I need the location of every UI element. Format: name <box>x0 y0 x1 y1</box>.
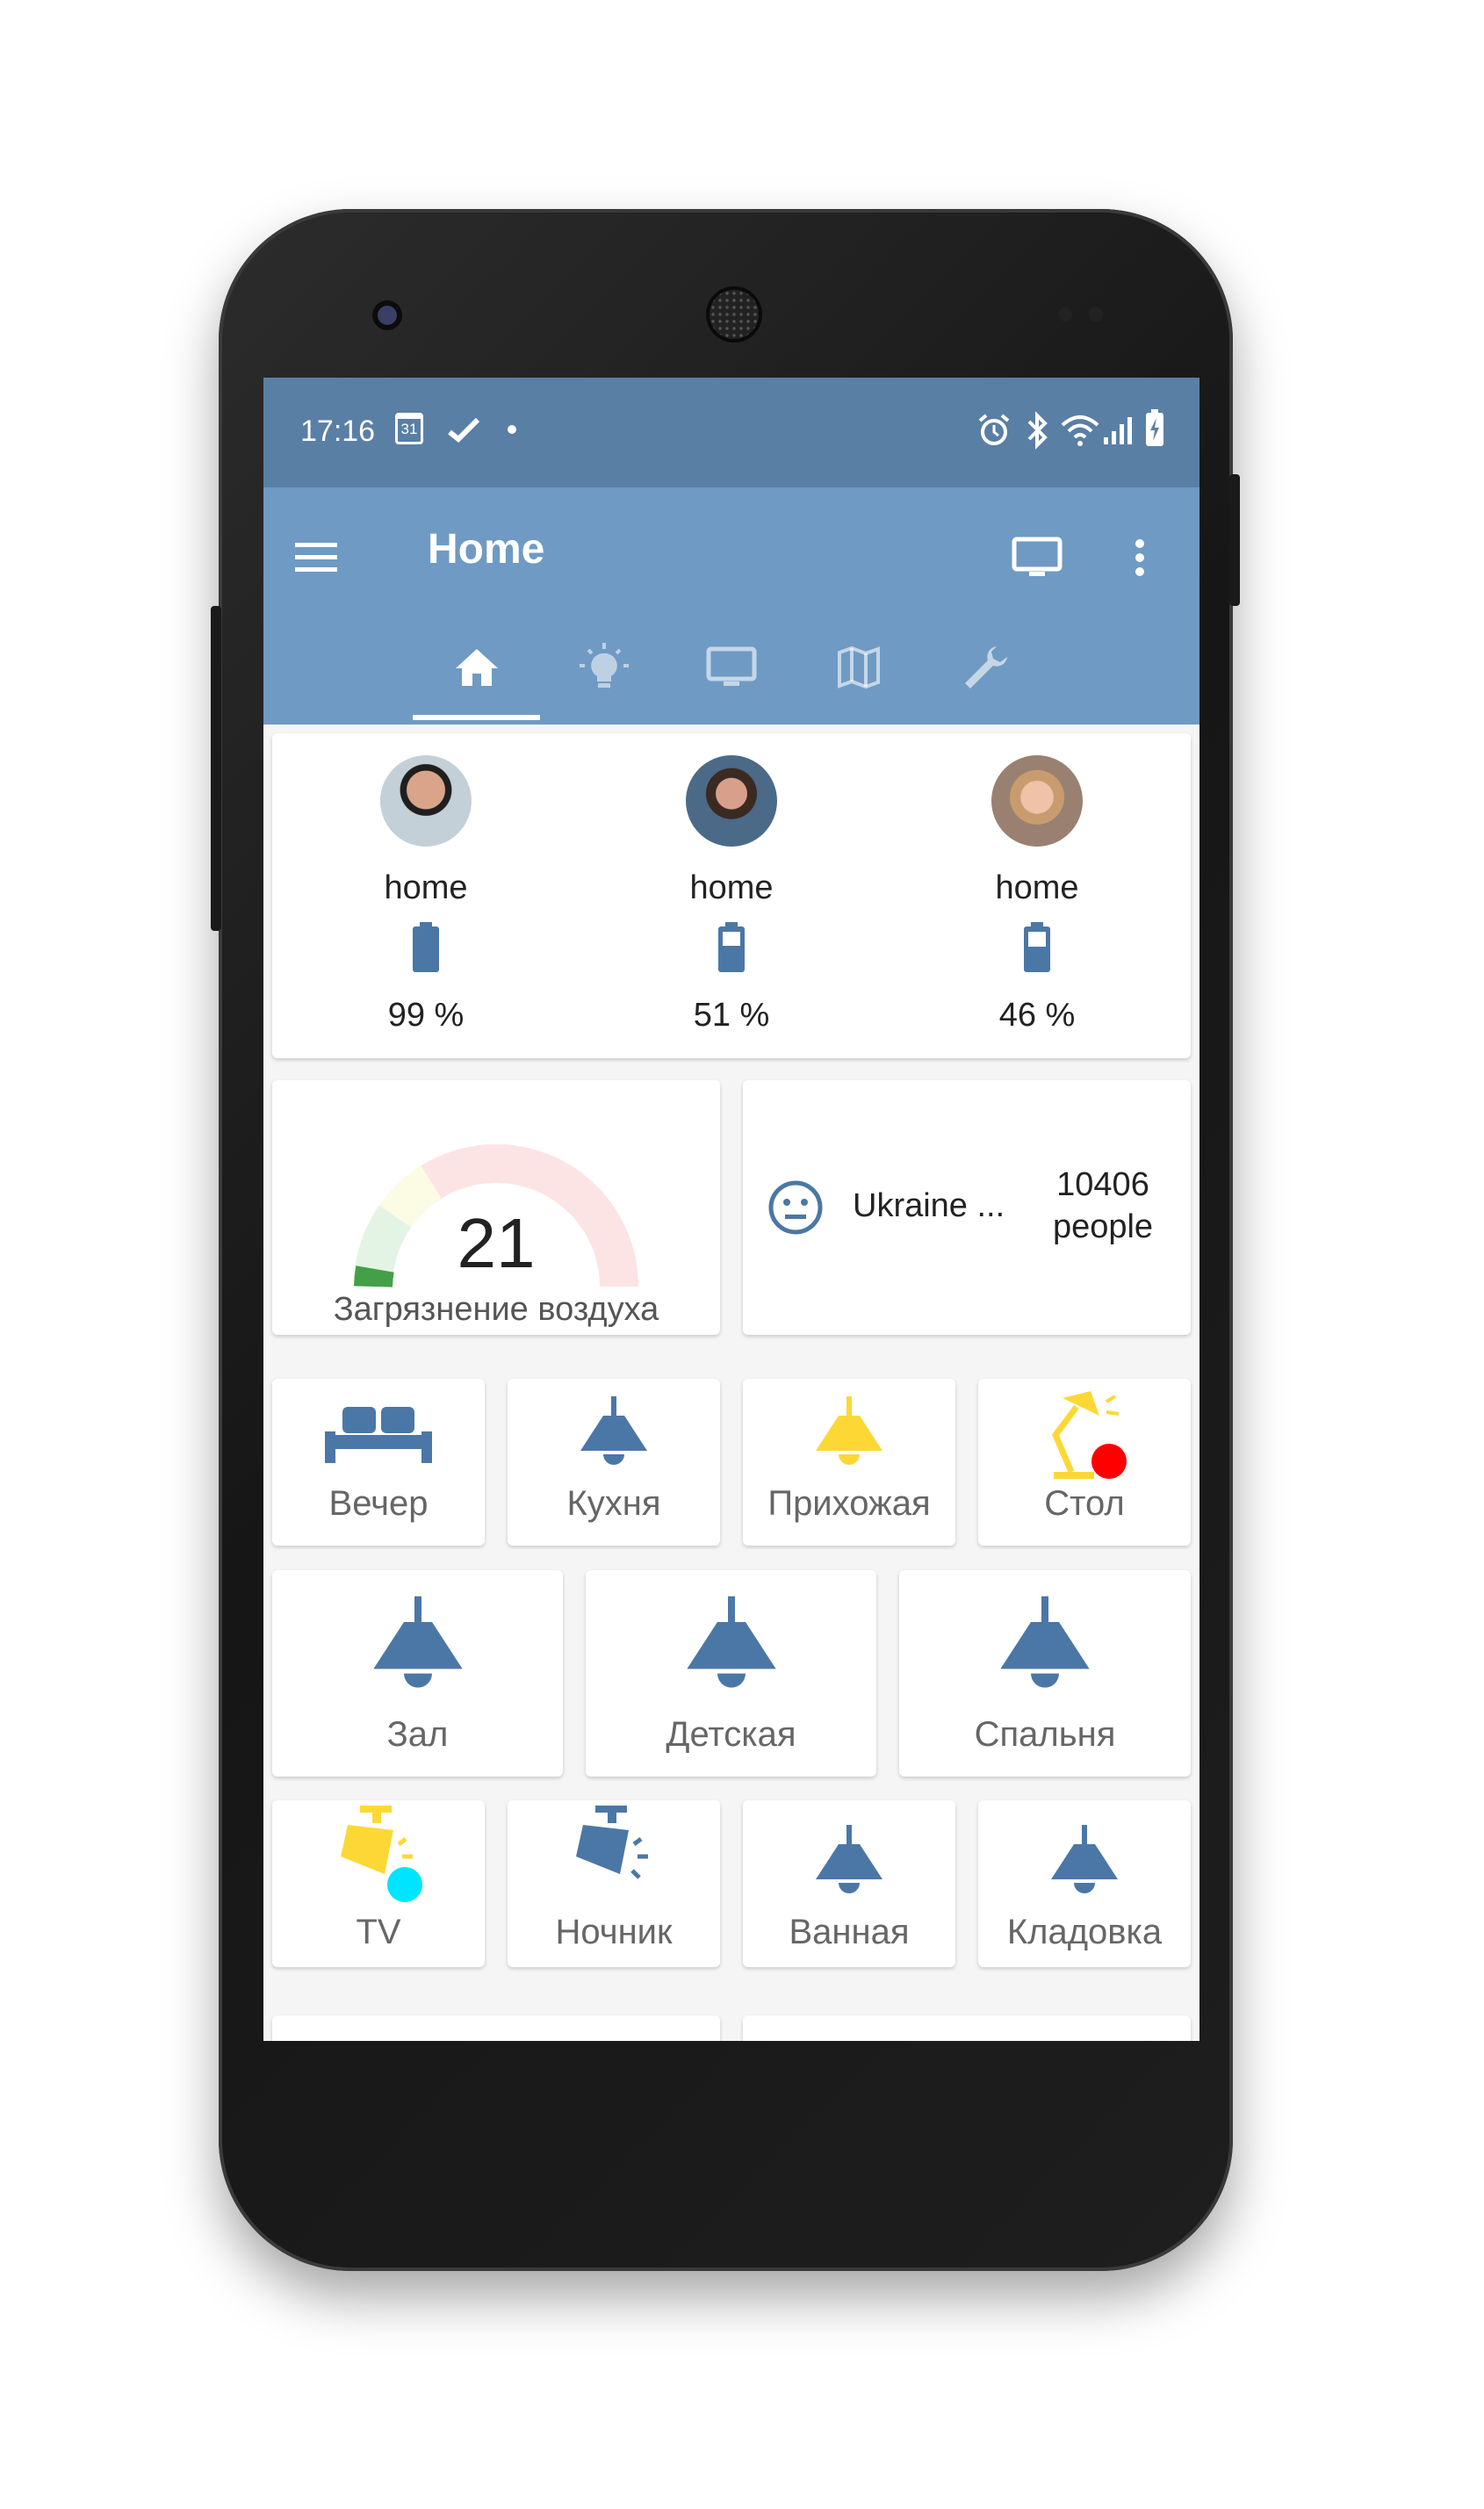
page-title: Home <box>428 526 545 573</box>
ceiling-lamp-icon <box>686 1596 776 1688</box>
lightbulb-icon <box>579 643 629 688</box>
air-quality-value: 21 <box>457 1204 536 1282</box>
tile-partial[interactable] <box>743 2015 1191 2041</box>
front-camera <box>378 306 397 325</box>
ceiling-lamp-icon <box>580 1396 647 1465</box>
ceiling-lamp-icon <box>1000 1596 1090 1688</box>
tab-settings[interactable] <box>922 615 1049 720</box>
status-bar: 17:16 31 <box>263 378 1199 487</box>
tile-nochnik[interactable]: Ночник <box>508 1800 720 1967</box>
tile-prikhozhaya[interactable]: Прихожая <box>743 1379 955 1546</box>
spotlight-icon <box>576 1806 648 1879</box>
person-location: home <box>995 869 1079 906</box>
tile-tv[interactable]: TV <box>272 1800 485 1967</box>
neutral-face-icon <box>768 1180 823 1235</box>
power-button <box>1229 474 1240 606</box>
person-2[interactable]: home 51 % <box>600 733 863 1058</box>
tile-zal[interactable]: Зал <box>272 1570 563 1777</box>
person-battery: 99 % <box>387 997 465 1034</box>
tile-label: Прихожая <box>767 1484 931 1523</box>
tile-label: Стол <box>1044 1484 1125 1523</box>
monitor-icon <box>706 646 756 686</box>
battery-half-icon <box>1024 922 1050 972</box>
battery-half-icon <box>718 922 745 972</box>
home-icon <box>455 649 498 686</box>
tile-detskaya[interactable]: Детская <box>586 1570 876 1777</box>
tile-partial[interactable] <box>272 2015 720 2041</box>
earpiece-speaker <box>710 290 759 339</box>
avatar <box>686 755 777 847</box>
person-3[interactable]: home 46 % <box>905 733 1169 1058</box>
tile-label: TV <box>356 1913 401 1951</box>
person-location: home <box>384 869 468 906</box>
more-vert-icon <box>1135 539 1144 576</box>
signal-icon <box>1104 417 1132 444</box>
overflow-menu-button[interactable] <box>1105 518 1175 597</box>
air-quality-card[interactable]: 21 Загрязнение воздуха <box>272 1080 720 1335</box>
battery-charging-icon <box>1146 409 1163 446</box>
ceiling-lamp-icon <box>1051 1825 1118 1893</box>
ceiling-lamp-icon <box>816 1825 882 1893</box>
covid-card[interactable]: Ukraine ... 10406 people <box>743 1080 1191 1335</box>
tile-label: Ночник <box>555 1913 673 1951</box>
volume-button <box>211 606 221 931</box>
person-location: home <box>689 869 774 906</box>
check-icon <box>448 417 480 443</box>
tile-label: Спальня <box>974 1715 1116 1754</box>
covid-count: 10406 <box>1056 1166 1149 1203</box>
tile-stol[interactable]: Стол <box>978 1379 1191 1546</box>
person-battery: 46 % <box>998 997 1076 1034</box>
desk-lamp-icon <box>1051 1391 1127 1479</box>
screen: 17:16 31 Home home 99 % home 51 % home 4… <box>263 378 1199 2041</box>
sensor <box>1058 307 1072 321</box>
tab-indicator <box>413 715 540 720</box>
tile-label: Детская <box>666 1715 796 1754</box>
tile-spalnya[interactable]: Спальня <box>899 1570 1191 1777</box>
screen-cast-button[interactable] <box>998 518 1077 597</box>
tile-label: Вечер <box>328 1484 429 1523</box>
app-bar: Home <box>263 487 1199 725</box>
map-icon <box>837 645 880 689</box>
wifi-icon <box>1061 415 1099 446</box>
wrench-icon <box>964 646 1007 689</box>
tab-lights[interactable] <box>540 615 667 720</box>
tile-vannaya[interactable]: Ванная <box>743 1800 955 1967</box>
tile-kladovka[interactable]: Кладовка <box>978 1800 1191 1967</box>
ceiling-lamp-icon <box>816 1396 882 1465</box>
tile-label: Кухня <box>566 1484 661 1523</box>
avatar <box>380 755 472 847</box>
covid-unit: people <box>1052 1208 1154 1245</box>
menu-button[interactable] <box>281 523 351 593</box>
tile-label: Кладовка <box>1006 1913 1163 1951</box>
tile-vecher[interactable]: Вечер <box>272 1379 485 1546</box>
sofa-icon <box>325 1407 432 1463</box>
person-battery: 51 % <box>693 997 770 1034</box>
air-quality-label: Загрязнение воздуха <box>333 1291 659 1328</box>
tile-kukhnya[interactable]: Кухня <box>508 1379 720 1546</box>
tab-home[interactable] <box>413 615 540 720</box>
ceiling-lamp-icon <box>372 1596 463 1688</box>
tab-media[interactable] <box>667 615 795 720</box>
tile-label: Ванная <box>789 1913 910 1951</box>
status-time: 17:16 <box>300 415 376 448</box>
covid-country: Ukraine ... <box>853 1187 1005 1224</box>
spotlight-icon <box>341 1806 422 1902</box>
person-1[interactable]: home 99 % <box>294 733 558 1058</box>
dot-icon <box>508 425 516 434</box>
tile-label: Зал <box>386 1715 449 1754</box>
bluetooth-icon <box>1027 411 1048 450</box>
sensor <box>1089 307 1103 321</box>
alarm-icon <box>978 414 1010 445</box>
calendar-icon: 31 <box>395 413 423 444</box>
monitor-icon <box>1012 537 1063 576</box>
hamburger-icon <box>295 543 337 572</box>
battery-full-icon <box>413 922 439 972</box>
tab-map[interactable] <box>795 615 922 720</box>
people-card: home 99 % home 51 % home 46 % <box>272 733 1191 1058</box>
avatar <box>991 755 1083 847</box>
